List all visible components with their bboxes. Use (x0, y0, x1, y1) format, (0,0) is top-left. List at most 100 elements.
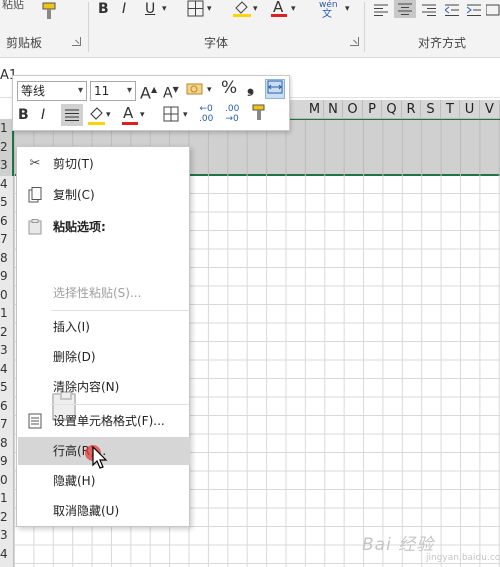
mini-fill-dropdown-icon[interactable]: ▾ (106, 106, 111, 124)
column-header-q[interactable]: Q (382, 100, 402, 119)
row-header-cell[interactable]: 9 (0, 454, 14, 468)
row-header-cell[interactable]: 5 (0, 195, 14, 209)
row-header-cell[interactable]: 8 (0, 436, 14, 450)
row-header-cell[interactable]: 1 (0, 121, 14, 135)
grow-font-letter: A (140, 83, 151, 103)
font-launcher-icon[interactable] (350, 37, 359, 46)
paste-label-clipped[interactable]: 粘贴 (2, 0, 24, 14)
format-painter-icon[interactable] (38, 2, 60, 26)
menu-item-insert[interactable]: 插入(I) (18, 313, 190, 341)
decrease-indent-icon[interactable] (444, 2, 459, 20)
menu-item-label: 隐藏(H) (53, 474, 96, 488)
menu-item-format-cells[interactable]: 设置单元格格式(F)... (18, 407, 190, 435)
fill-dropdown-icon[interactable]: ▾ (253, 0, 258, 18)
mini-fill-color-swatch (88, 122, 105, 125)
increase-decimal-button[interactable]: ←0 .00 (199, 104, 213, 124)
clipboard-group-label: 剪贴板 (6, 36, 43, 50)
mini-borders-dropdown-icon[interactable]: ▾ (183, 106, 188, 124)
accounting-dropdown-icon[interactable]: ▾ (207, 81, 212, 99)
menu-item-clear-contents[interactable]: 清除内容(N) (18, 373, 190, 401)
column-header-p[interactable]: P (363, 100, 382, 119)
row-header-cell[interactable]: 5 (0, 380, 14, 394)
menu-separator (51, 310, 189, 311)
row-header-cell[interactable]: 6 (0, 214, 14, 228)
column-header-t[interactable]: T (441, 100, 460, 119)
row-header-cell[interactable]: 2 (0, 140, 14, 154)
column-header-s[interactable]: S (421, 100, 441, 119)
mini-borders-icon[interactable] (163, 106, 179, 127)
accounting-format-icon[interactable] (186, 81, 206, 102)
mini-italic-button[interactable]: I (41, 106, 45, 124)
mini-font-color-button[interactable]: A (123, 104, 133, 122)
column-header-n[interactable]: N (324, 100, 343, 119)
row-header-cell[interactable]: 3 (0, 158, 14, 172)
column-header-r[interactable]: R (402, 100, 421, 119)
underline-button[interactable]: U (145, 0, 155, 18)
row-header-cell[interactable]: 6 (0, 399, 14, 413)
menu-item-hide[interactable]: 隐藏(H) (18, 467, 190, 495)
grow-font-button[interactable]: A▲ (140, 81, 157, 102)
increase-indent-icon[interactable] (466, 2, 481, 20)
clipboard-launcher-icon[interactable] (72, 37, 81, 46)
merge-icon[interactable] (485, 2, 500, 20)
row-header-cell[interactable]: 2 (0, 510, 14, 524)
decrease-decimal-button[interactable]: .00 →0 (225, 104, 239, 124)
row-header-cell[interactable]: 9 (0, 269, 14, 283)
row-header-cell[interactable]: 0 (0, 473, 14, 487)
mini-format-painter-icon[interactable] (251, 104, 267, 127)
chevron-down-icon: ▾ (126, 85, 132, 96)
align-right-icon[interactable] (422, 2, 436, 20)
underline-dropdown-icon[interactable]: ▾ (162, 0, 167, 18)
copy-icon (27, 187, 43, 203)
row-header-cell[interactable]: 1 (0, 306, 14, 320)
row-header-cell[interactable]: 0 (0, 288, 14, 302)
row-header-cell[interactable]: 2 (0, 325, 14, 339)
row-header-cell[interactable]: 3 (0, 343, 14, 357)
borders-dropdown-icon[interactable]: ▾ (207, 0, 212, 18)
bold-button[interactable]: B (98, 0, 109, 18)
column-header-o[interactable]: O (343, 100, 363, 119)
column-header-m[interactable]: M (306, 100, 324, 119)
percent-style-button[interactable]: % (221, 79, 237, 97)
chevron-down-icon: ▾ (77, 85, 83, 96)
mini-font-color-dropdown-icon[interactable]: ▾ (140, 106, 145, 124)
menu-item-label: 设置单元格格式(F)... (53, 414, 165, 428)
menu-item-unhide[interactable]: 取消隐藏(U) (18, 497, 190, 525)
column-header-v[interactable]: V (480, 100, 500, 119)
paste-options-icon (27, 219, 43, 235)
menu-item-label: 剪切(T) (53, 157, 94, 171)
row-header-cell[interactable]: 4 (0, 362, 14, 376)
borders-icon[interactable] (187, 0, 204, 21)
phonetic-dropdown-icon[interactable]: ▾ (345, 0, 350, 18)
excel-window: 粘贴 剪贴板 B I U ▾ ▾ ▾ A ▾ wén 文 ▾ 字体 对齐方式 A… (0, 0, 500, 567)
format-cells-icon (27, 413, 43, 429)
mini-bold-button[interactable]: B (18, 106, 29, 124)
shrink-font-button[interactable]: A▼ (163, 81, 179, 103)
row-header-cell[interactable]: 3 (0, 528, 14, 542)
row-header-cell[interactable]: 1 (0, 491, 14, 505)
font-color-dropdown-icon[interactable]: ▾ (291, 0, 296, 18)
menu-item-cut[interactable]: ✂ 剪切(T) (18, 150, 190, 178)
comma-style-button[interactable]: ❟ (247, 78, 254, 96)
row-header-cell[interactable]: 8 (0, 251, 14, 265)
menu-item-label: 复制(C) (53, 188, 95, 202)
column-header-u[interactable]: U (460, 100, 480, 119)
mini-align-center-icon[interactable] (61, 104, 83, 126)
font-size-select[interactable]: 11 ▾ (90, 81, 136, 101)
align-center-icon[interactable] (394, 0, 416, 18)
row-header-cell[interactable]: 7 (0, 232, 14, 246)
menu-item-label: 选择性粘贴(S)... (53, 286, 142, 300)
menu-item-paste-special[interactable]: 选择性粘贴(S)... (18, 279, 190, 307)
row-header-cell[interactable]: 4 (0, 547, 14, 561)
menu-item-delete[interactable]: 删除(D) (18, 343, 190, 371)
row-header-cell[interactable]: 7 (0, 417, 14, 431)
italic-button[interactable]: I (122, 0, 126, 18)
wrap-merge-icon[interactable] (265, 79, 285, 99)
column-selection-edge (290, 119, 500, 120)
align-left-icon[interactable] (374, 2, 388, 20)
row-header-cell[interactable]: 4 (0, 177, 14, 191)
menu-item-copy[interactable]: 复制(C) (18, 181, 190, 209)
phonetic-bottom[interactable]: 文 (322, 6, 332, 24)
font-name-select[interactable]: 等线 ▾ (17, 81, 87, 101)
watermark-url: jingyan.baidu.com (426, 553, 500, 563)
